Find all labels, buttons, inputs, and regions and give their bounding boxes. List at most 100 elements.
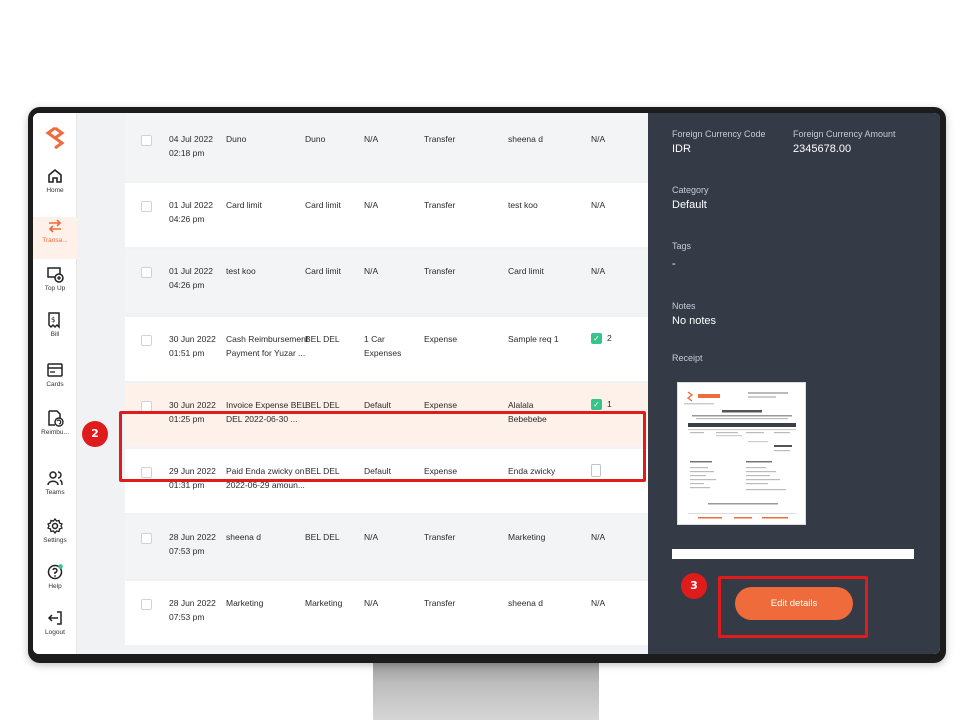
- sidebar-item-teams[interactable]: Teams: [33, 469, 77, 511]
- app-screen: Home Transa... Top Up $ Bill Cards Reimb…: [33, 113, 940, 654]
- row-team: BEL DEL: [305, 400, 340, 410]
- row-type: Expense: [424, 400, 458, 410]
- row-description-line2: Payment for Yuzar ...: [226, 348, 306, 358]
- row-recipient: sheena d: [508, 598, 543, 608]
- row-category: N/A: [364, 266, 379, 276]
- receipt-count: 2: [607, 333, 612, 343]
- row-checkbox[interactable]: [141, 599, 152, 610]
- row-time: 04:26 pm: [169, 280, 205, 290]
- home-icon: [48, 168, 62, 183]
- row-type: Expense: [424, 334, 458, 344]
- foreign-currency-code-value: IDR: [672, 143, 691, 155]
- row-category: Default: [364, 400, 391, 410]
- row-description: Marketing: [226, 598, 264, 608]
- notes-value: No notes: [672, 315, 717, 327]
- sidebar-item-label: Settings: [43, 537, 67, 544]
- row-description: test koo: [226, 266, 256, 276]
- sidebar-item-reimbursement[interactable]: Reimbu...: [33, 409, 77, 451]
- row-receipt-status: N/A: [591, 598, 606, 608]
- svg-text:$: $: [51, 316, 55, 324]
- spenmo-logo-icon: [45, 127, 65, 149]
- table-row[interactable]: 28 Jun 2022 07:53 pm sheena d BEL DEL N/A Tra…: [125, 515, 648, 579]
- row-recipient: Marketing: [508, 532, 546, 542]
- row-checkbox[interactable]: [141, 201, 152, 212]
- category-label: Category: [672, 185, 709, 195]
- row-description: Duno: [226, 134, 247, 144]
- row-time: 02:18 pm: [169, 148, 205, 158]
- monitor-stand: [373, 660, 599, 720]
- row-team: BEL DEL: [305, 334, 340, 344]
- row-date: 28 Jun 2022: [169, 598, 216, 608]
- sidebar-item-home[interactable]: Home: [33, 167, 77, 209]
- transfer-icon: [48, 219, 62, 233]
- receipt-attached-icon[interactable]: ✓: [591, 399, 602, 410]
- row-date: 30 Jun 2022: [169, 400, 216, 410]
- sidebar-item-label: Help: [48, 583, 62, 590]
- row-team: BEL DEL: [305, 532, 340, 542]
- row-type: Transfer: [424, 200, 456, 210]
- row-category: N/A: [364, 598, 379, 608]
- receipt-divider: [672, 549, 914, 559]
- table-row[interactable]: 04 Jul 2022 02:18 pm Duno Duno N/A Transfer sh…: [125, 117, 648, 181]
- sidebar-item-label: Teams: [45, 489, 65, 496]
- row-checkbox[interactable]: [141, 335, 152, 346]
- row-category: N/A: [364, 200, 379, 210]
- receipt-document-icon: [684, 391, 796, 519]
- table-row[interactable]: 28 Jun 2022 07:53 pm Marketing Marketing N/A…: [125, 581, 648, 645]
- row-time: 04:26 pm: [169, 214, 205, 224]
- receipt-thumbnail[interactable]: [677, 382, 806, 525]
- tags-value: -: [672, 258, 676, 270]
- row-checkbox[interactable]: [141, 267, 152, 278]
- row-date: 01 Jul 2022: [169, 200, 213, 210]
- row-category: N/A: [364, 532, 379, 542]
- row-recipient: Alalala: [508, 400, 534, 410]
- receipt-label: Receipt: [672, 353, 703, 363]
- selected-row-highlight: [119, 411, 646, 482]
- sidebar-item-top-up[interactable]: Top Up: [33, 265, 77, 307]
- row-date: 28 Jun 2022: [169, 532, 216, 542]
- row-type: Transfer: [424, 532, 456, 542]
- edit-button-highlight: [718, 576, 868, 638]
- sidebar-item-label: Reimbu...: [41, 429, 69, 436]
- category-value: Default: [672, 199, 707, 211]
- row-team: Card limit: [305, 200, 341, 210]
- row-type: Transfer: [424, 266, 456, 276]
- row-receipt-status: N/A: [591, 200, 606, 210]
- sidebar-item-transactions[interactable]: Transa...: [33, 217, 77, 259]
- transactions-table: 04 Jul 2022 02:18 pm Duno Duno N/A Transfer sh…: [77, 113, 648, 654]
- row-recipient: test koo: [508, 200, 538, 210]
- row-checkbox[interactable]: [141, 135, 152, 146]
- sidebar-item-cards[interactable]: Cards: [33, 361, 77, 403]
- foreign-currency-amount-value: 2345678.00: [793, 143, 852, 155]
- receipt-count: 1: [607, 399, 612, 409]
- reimburse-icon: [48, 410, 64, 427]
- sidebar-item-logout[interactable]: Logout: [33, 609, 77, 651]
- help-icon: [47, 564, 63, 580]
- sidebar-item-settings[interactable]: Settings: [33, 517, 77, 559]
- foreign-currency-code-label: Foreign Currency Code: [672, 129, 766, 139]
- sidebar-item-label: Cards: [46, 381, 64, 388]
- receipt-attached-icon[interactable]: ✓: [591, 333, 602, 344]
- row-team: Marketing: [305, 598, 343, 608]
- row-category: N/A: [364, 134, 379, 144]
- notes-label: Notes: [672, 301, 696, 311]
- row-checkbox[interactable]: [141, 533, 152, 544]
- row-recipient: Card limit: [508, 266, 544, 276]
- settings-icon: [47, 517, 63, 535]
- row-team: Card limit: [305, 266, 341, 276]
- step-badge-2: 2: [82, 421, 108, 447]
- row-category: 1 Car: [364, 334, 385, 344]
- top-up-icon: [47, 267, 64, 283]
- row-team: Duno: [305, 134, 326, 144]
- sidebar-item-label: Home: [46, 187, 64, 194]
- logout-icon: [47, 611, 62, 625]
- table-row[interactable]: 30 Jun 2022 01:51 pm Cash Reimbursement Pay…: [125, 317, 648, 381]
- table-row[interactable]: 01 Jul 2022 04:26 pm Card limit Card limit N…: [125, 183, 648, 247]
- teams-icon: [47, 471, 63, 486]
- row-receipt-status: N/A: [591, 134, 606, 144]
- sidebar-item-help[interactable]: Help: [33, 563, 77, 605]
- row-description: Card limit: [226, 200, 262, 210]
- sidebar-item-bill[interactable]: $ Bill: [33, 311, 77, 353]
- table-row[interactable]: 01 Jul 2022 04:26 pm test koo Card limit N/A…: [125, 249, 648, 313]
- card-icon: [47, 363, 63, 377]
